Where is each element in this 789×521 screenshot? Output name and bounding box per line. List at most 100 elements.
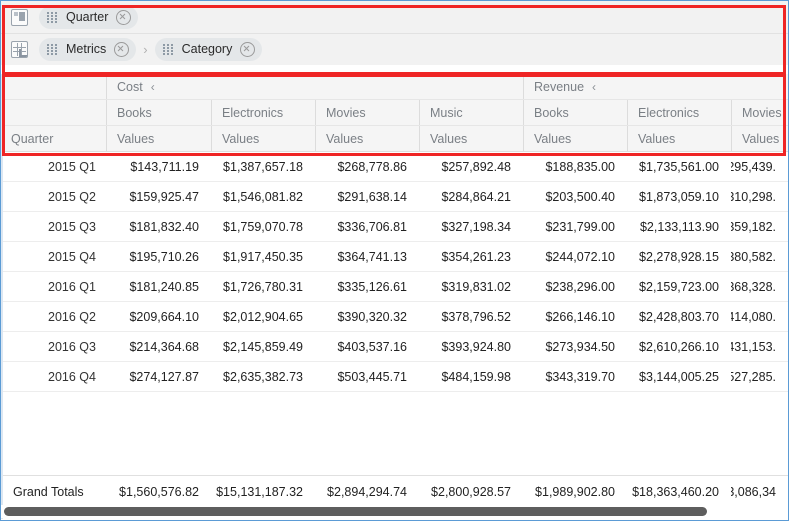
header-category-revenue-movies[interactable]: Movies: [731, 100, 788, 125]
table-row[interactable]: 2016 Q4 $274,127.87 $2,635,382.73 $503,4…: [1, 362, 788, 392]
data-cell: $2,635,382.73: [211, 362, 315, 391]
drag-grip-icon[interactable]: [47, 44, 57, 55]
grid-body: 2015 Q1 $143,711.19 $1,387,657.18 $268,7…: [1, 152, 788, 492]
data-cell: $414,080.: [731, 302, 788, 331]
header-measure-cell[interactable]: Values: [627, 126, 731, 151]
data-cell: $327,198.34: [419, 212, 523, 241]
data-cell: $2,278,928.15: [627, 242, 731, 271]
header-category-label: Movies: [742, 106, 782, 120]
row-shelf[interactable]: Metrics › Category: [1, 33, 788, 65]
header-category-label: Books: [117, 106, 152, 120]
data-cell: $1,873,059.10: [627, 182, 731, 211]
table-row[interactable]: 2015 Q4 $195,710.26 $1,917,450.35 $364,7…: [1, 242, 788, 272]
row-header-cell: 2016 Q4: [1, 362, 106, 391]
header-measure-cell[interactable]: Values: [419, 126, 523, 151]
data-cell: $3,144,005.25: [627, 362, 731, 391]
data-cell: $378,796.52: [419, 302, 523, 331]
header-category-revenue-electronics[interactable]: Electronics: [627, 100, 731, 125]
grid-header: Cost ‹ Revenue ‹ Books Electronics Mo: [1, 74, 788, 152]
header-category-label: Electronics: [638, 106, 699, 120]
header-measure-label: Values: [222, 132, 259, 146]
table-row[interactable]: 2015 Q1 $143,711.19 $1,387,657.18 $268,7…: [1, 152, 788, 182]
data-cell: $1,546,081.82: [211, 182, 315, 211]
table-row[interactable]: 2015 Q2 $159,925.47 $1,546,081.82 $291,6…: [1, 182, 788, 212]
header-measure-cell[interactable]: Values: [731, 126, 788, 151]
header-group-label: Cost: [117, 80, 143, 94]
collapse-chevron-icon[interactable]: ‹: [151, 81, 155, 93]
table-row[interactable]: 2016 Q1 $181,240.85 $1,726,780.31 $335,1…: [1, 272, 788, 302]
remove-circle-icon[interactable]: [240, 42, 255, 57]
field-chip-label: Quarter: [66, 6, 108, 29]
header-category-revenue-books[interactable]: Books: [523, 100, 627, 125]
row-header-cell: 2015 Q3: [1, 212, 106, 241]
data-cell: $274,127.87: [106, 362, 211, 391]
data-cell: $159,925.47: [106, 182, 211, 211]
data-cell: $2,145,859.49: [211, 332, 315, 361]
header-measure-cell[interactable]: Values: [211, 126, 315, 151]
header-measure-label: Values: [326, 132, 363, 146]
grand-total-cell: $18,363,460.20: [627, 476, 731, 507]
data-cell: $181,240.85: [106, 272, 211, 301]
header-row-metrics: Cost ‹ Revenue ‹: [1, 74, 788, 100]
data-cell: $2,133,113.90: [627, 212, 731, 241]
header-row-field-label: Quarter: [11, 132, 53, 146]
header-category-cost-books[interactable]: Books: [106, 100, 211, 125]
header-category-label: Music: [430, 106, 463, 120]
remove-circle-icon[interactable]: [114, 42, 129, 57]
header-measure-cell[interactable]: Values: [523, 126, 627, 151]
grid-empty-space: [1, 392, 788, 484]
data-cell: $1,917,450.35: [211, 242, 315, 271]
data-cell: $527,285.: [731, 362, 788, 391]
data-cell: $209,664.10: [106, 302, 211, 331]
data-cell: $203,500.40: [523, 182, 627, 211]
header-measure-cell[interactable]: Values: [315, 126, 419, 151]
table-row[interactable]: 2016 Q3 $214,364.68 $2,145,859.49 $403,5…: [1, 332, 788, 362]
column-shelf[interactable]: Quarter: [1, 1, 788, 33]
grand-totals-row[interactable]: Grand Totals $1,560,576.82 $15,131,187.3…: [1, 475, 788, 507]
header-category-cost-electronics[interactable]: Electronics: [211, 100, 315, 125]
grand-total-cell: $1,560,576.82: [106, 476, 211, 507]
header-group-revenue[interactable]: Revenue ‹: [523, 74, 788, 99]
horizontal-scrollbar[interactable]: [1, 505, 788, 518]
field-chip-category[interactable]: Category: [155, 38, 263, 61]
horizontal-scroll-thumb[interactable]: [4, 507, 707, 516]
row-header-cell: 2016 Q3: [1, 332, 106, 361]
header-category-cost-music[interactable]: Music: [419, 100, 523, 125]
header-row-field-quarter[interactable]: Quarter: [1, 126, 106, 151]
data-cell: $181,832.40: [106, 212, 211, 241]
data-cell: $310,298.: [731, 182, 788, 211]
grand-total-cell: $1,989,902.80: [523, 476, 627, 507]
data-cell: $195,710.26: [106, 242, 211, 271]
grand-total-cell: $2,800,928.57: [419, 476, 523, 507]
grand-totals-label: Grand Totals: [1, 476, 106, 507]
field-chip-metrics[interactable]: Metrics: [39, 38, 136, 61]
header-row-measures: Quarter Values Values Values Values Valu…: [1, 126, 788, 152]
chevron-right-icon: ›: [136, 43, 154, 56]
data-cell: $1,387,657.18: [211, 152, 315, 181]
data-cell: $335,126.61: [315, 272, 419, 301]
pivot-grid: Cost ‹ Revenue ‹ Books Electronics Mo: [1, 74, 788, 519]
field-chip-quarter[interactable]: Quarter: [39, 6, 138, 29]
row-header-cell: 2015 Q1: [1, 152, 106, 181]
header-row-categories: Books Electronics Movies Music Books Ele…: [1, 100, 788, 126]
drag-grip-icon[interactable]: [163, 44, 173, 55]
header-measure-cell[interactable]: Values: [106, 126, 211, 151]
drag-grip-icon[interactable]: [47, 12, 57, 23]
table-row[interactable]: 2016 Q2 $209,664.10 $2,012,904.65 $390,3…: [1, 302, 788, 332]
data-cell: $266,146.10: [523, 302, 627, 331]
data-cell: $268,778.86: [315, 152, 419, 181]
data-cell: $238,296.00: [523, 272, 627, 301]
header-category-cost-movies[interactable]: Movies: [315, 100, 419, 125]
data-cell: $484,159.98: [419, 362, 523, 391]
row-header-cell: 2015 Q2: [1, 182, 106, 211]
header-group-cost[interactable]: Cost ‹: [106, 74, 523, 99]
header-corner-cell: [1, 74, 106, 99]
data-cell: $284,864.21: [419, 182, 523, 211]
table-row[interactable]: 2015 Q3 $181,832.40 $1,759,070.78 $336,7…: [1, 212, 788, 242]
pivot-table-window: Quarter Metrics › Cate: [0, 0, 789, 521]
header-measure-label: Values: [430, 132, 467, 146]
remove-circle-icon[interactable]: [116, 10, 131, 25]
grand-total-cell: $3,086,34: [731, 476, 788, 507]
collapse-chevron-icon[interactable]: ‹: [592, 81, 596, 93]
data-cell: $1,735,561.00: [627, 152, 731, 181]
